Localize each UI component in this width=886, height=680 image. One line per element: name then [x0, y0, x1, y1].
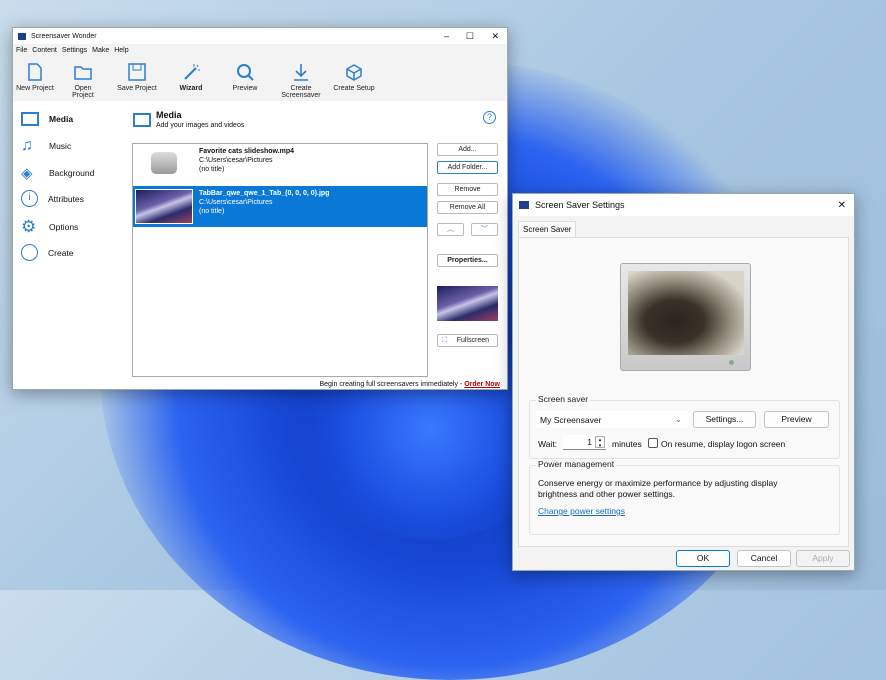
list-item-selected[interactable]: TabBar_qwe_qwe_1_Tab_(0, 0, 0, 0).jpg C:…	[133, 186, 427, 227]
search-icon	[237, 64, 254, 81]
resume-checkbox[interactable]	[648, 438, 658, 448]
preview-button[interactable]: Preview	[764, 411, 829, 428]
open-project-button[interactable]: Open Project	[63, 63, 103, 99]
new-file-icon	[28, 63, 42, 81]
group-label: Power management	[536, 459, 617, 469]
magic-wand-icon	[184, 64, 200, 80]
footer: Begin creating full screensavers immedia…	[319, 381, 500, 388]
item-title: (no title)	[199, 208, 225, 215]
minimize-button[interactable]: –	[444, 31, 449, 41]
toolbar: New Project Open Project Save Project Wi…	[13, 57, 507, 101]
wait-spinner[interactable]: 1 ▴ ▾	[563, 435, 606, 450]
media-icon	[21, 112, 39, 126]
gear-icon: ⚙	[21, 217, 37, 236]
tab-screen-saver[interactable]: Screen Saver	[518, 221, 577, 238]
section-subtitle: Add your images and videos	[156, 122, 245, 129]
info-icon: i	[21, 190, 38, 207]
add-button[interactable]: Add...	[437, 143, 498, 156]
monitor-icon	[519, 201, 529, 209]
bear-preview-image	[628, 271, 744, 355]
create-screensaver-button[interactable]: Create Screensaver	[271, 63, 331, 99]
wizard-button[interactable]: Wizard	[173, 63, 209, 92]
add-folder-button[interactable]: Add Folder...	[437, 161, 498, 174]
media-list[interactable]: Favorite cats slideshow.mp4 C:\Users\ces…	[132, 143, 428, 377]
move-up-button[interactable]: ︿	[437, 223, 464, 236]
wait-label: Wait:	[538, 439, 558, 449]
spinner-arrows-icon[interactable]: ▴ ▾	[595, 436, 605, 449]
disc-icon	[21, 244, 38, 261]
screen-saver-settings-dialog: Screen Saver Settings ✕ Screen Saver Scr…	[512, 193, 855, 571]
fullscreen-button[interactable]: ⛶ Fullscreen	[437, 334, 498, 347]
preview-button[interactable]: Preview	[227, 63, 263, 92]
item-name: TabBar_qwe_qwe_1_Tab_(0, 0, 0, 0).jpg	[199, 190, 330, 197]
dialog-close-button[interactable]: ✕	[838, 200, 846, 211]
app-icon	[18, 32, 26, 40]
chevron-down-icon: ⌄	[674, 414, 682, 424]
fullscreen-icon: ⛶	[442, 337, 447, 344]
menu-file[interactable]: File	[16, 47, 27, 54]
save-project-button[interactable]: Save Project	[117, 63, 157, 92]
menu-settings[interactable]: Settings	[62, 47, 87, 54]
screen-saver-group: Screen saver My Screensaver ⌄ Settings...…	[529, 394, 840, 459]
monitor-power-led	[729, 360, 734, 365]
paint-bucket-icon: ◈	[21, 165, 33, 182]
settings-button[interactable]: Settings...	[693, 411, 756, 428]
section-media-icon	[133, 113, 151, 127]
screensaver-wonder-window: Screensaver Wonder – ☐ ✕ File Content Se…	[12, 27, 508, 390]
item-title: (no title)	[199, 166, 225, 173]
download-icon	[294, 64, 308, 81]
order-now-link[interactable]: Order Now	[464, 381, 500, 388]
remove-all-button[interactable]: Remove All	[437, 201, 498, 214]
power-description: Conserve energy or maximize performance …	[538, 478, 778, 499]
power-management-group: Power management Conserve energy or maxi…	[529, 459, 840, 535]
menu-bar: File Content Settings Make Help	[13, 44, 507, 57]
sidebar-item-media[interactable]: Media	[21, 112, 73, 126]
item-name: Favorite cats slideshow.mp4	[199, 148, 295, 155]
new-project-button[interactable]: New Project	[16, 63, 54, 92]
close-button[interactable]: ✕	[491, 31, 499, 42]
section-title: Media	[156, 110, 182, 120]
image-thumbnail	[135, 189, 193, 224]
sidebar-item-attributes[interactable]: i Attributes	[21, 190, 84, 207]
resume-label: On resume, display logon screen	[661, 439, 786, 449]
change-power-settings-link[interactable]: Change power settings	[538, 506, 625, 516]
title-bar: Screensaver Wonder – ☐ ✕	[13, 28, 507, 44]
apply-button[interactable]: Apply	[796, 550, 850, 567]
list-item[interactable]: Favorite cats slideshow.mp4 C:\Users\ces…	[133, 144, 427, 185]
sidebar-item-music[interactable]: ♫ Music	[21, 137, 71, 155]
folder-icon	[74, 66, 92, 80]
save-icon	[128, 63, 146, 81]
remove-button[interactable]: Remove	[437, 183, 498, 196]
move-down-button[interactable]: ﹀	[471, 223, 498, 236]
item-path: C:\Users\cesar\Pictures	[199, 157, 273, 164]
tab-panel: Screen saver My Screensaver ⌄ Settings...…	[518, 237, 849, 547]
screensaver-select[interactable]: My Screensaver ⌄	[536, 411, 688, 428]
dialog-title-bar: Screen Saver Settings ✕	[513, 194, 854, 216]
menu-help[interactable]: Help	[114, 47, 128, 54]
item-path: C:\Users\cesar\Pictures	[199, 199, 273, 206]
minutes-label: minutes	[612, 439, 642, 449]
package-icon	[346, 64, 362, 81]
menu-content[interactable]: Content	[32, 47, 57, 54]
music-icon: ♫	[21, 137, 33, 154]
preview-thumbnail	[437, 286, 498, 321]
help-icon[interactable]: ?	[483, 111, 496, 124]
dialog-title: Screen Saver Settings	[535, 200, 625, 210]
sidebar-item-create[interactable]: Create	[21, 244, 74, 261]
sidebar-item-background[interactable]: ◈ Background	[21, 164, 94, 182]
cancel-button[interactable]: Cancel	[737, 550, 791, 567]
window-title: Screensaver Wonder	[31, 32, 97, 40]
monitor-preview	[620, 263, 751, 371]
group-label: Screen saver	[536, 394, 591, 404]
properties-button[interactable]: Properties...	[437, 254, 498, 267]
ok-button[interactable]: OK	[676, 550, 730, 567]
menu-make[interactable]: Make	[92, 47, 109, 54]
maximize-button[interactable]: ☐	[466, 31, 474, 42]
sidebar-item-options[interactable]: ⚙ Options	[21, 217, 78, 237]
create-setup-button[interactable]: Create Setup	[333, 63, 375, 92]
video-camera-icon	[151, 152, 177, 174]
